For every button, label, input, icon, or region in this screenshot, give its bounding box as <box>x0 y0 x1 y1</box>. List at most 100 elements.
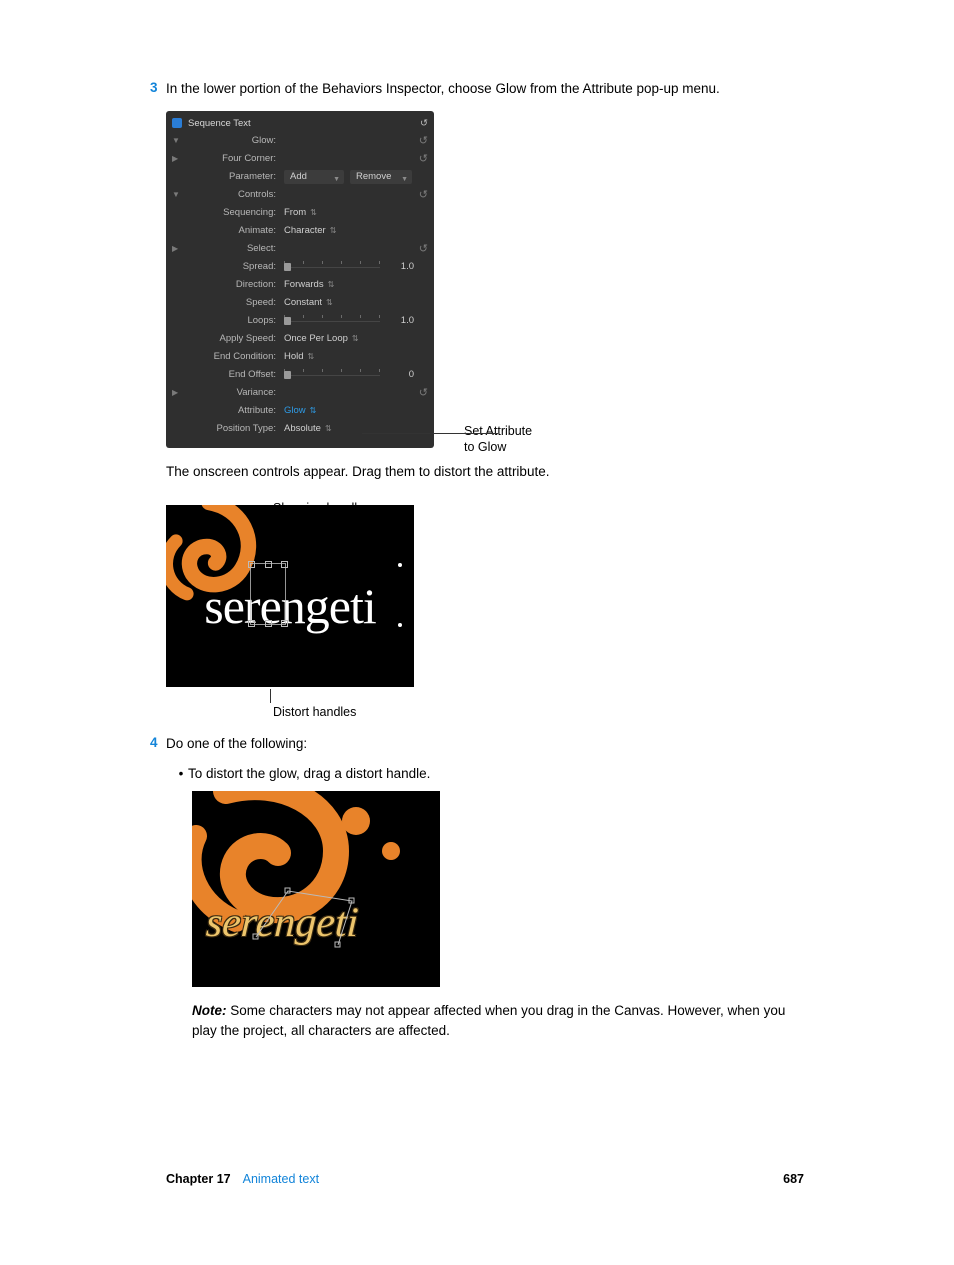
row-loops: Loops: 1.0 <box>172 312 428 330</box>
row-speed: Speed: Constant⇅ <box>172 294 428 312</box>
label-loops: Loops: <box>184 315 282 326</box>
page-footer: Chapter 17 Animated text 687 <box>166 1172 804 1186</box>
reset-icon[interactable]: ↺ <box>414 134 428 147</box>
drag-handle[interactable] <box>248 561 255 568</box>
reset-icon[interactable]: ↺ <box>414 152 428 165</box>
enable-checkbox[interactable] <box>172 118 182 128</box>
row-sequencing: Sequencing: From⇅ <box>172 204 428 222</box>
row-animate: Animate: Character⇅ <box>172 222 428 240</box>
row-select: ▶ Select: ↺ <box>172 240 428 258</box>
spread-value: 1.0 <box>384 261 418 272</box>
label-applyspeed: Apply Speed: <box>184 333 282 344</box>
selection-handles[interactable] <box>250 563 286 625</box>
chevron-down-icon: ▼ <box>333 173 340 187</box>
chevron-down-icon[interactable]: ▼ <box>172 190 184 199</box>
bullet-icon: • <box>174 766 188 781</box>
drag-handle[interactable] <box>281 620 288 627</box>
step-4: 4 Do one of the following: <box>150 735 804 754</box>
reset-icon[interactable]: ↺ <box>414 242 428 255</box>
note-label: Note: <box>192 1003 227 1018</box>
row-fourcorner: ▶ Four Corner: ↺ <box>172 150 428 168</box>
label-endoffset: End Offset: <box>184 369 282 380</box>
updown-icon: ⇅ <box>310 208 317 217</box>
list-item: • To distort the glow, drag a distort ha… <box>174 766 804 781</box>
endcondition-popup[interactable]: Hold⇅ <box>284 351 314 362</box>
spread-slider[interactable]: 1.0 <box>284 261 428 272</box>
bullet-list: • To distort the glow, drag a distort ha… <box>174 766 804 1040</box>
footer-chapter: Chapter 17 <box>166 1172 231 1186</box>
chevron-right-icon[interactable]: ▶ <box>172 244 184 253</box>
reset-icon[interactable]: ↺ <box>420 118 428 129</box>
chevron-right-icon[interactable]: ▶ <box>172 388 184 397</box>
chevron-down-icon[interactable]: ▼ <box>172 136 184 145</box>
direction-popup[interactable]: Forwards⇅ <box>284 279 334 290</box>
canvas-preview-1: serengeti <box>166 505 414 687</box>
speed-popup[interactable]: Constant⇅ <box>284 297 333 308</box>
updown-icon: ⇅ <box>352 334 359 343</box>
sequencing-popup[interactable]: From⇅ <box>284 207 317 218</box>
callout-tick <box>270 689 271 703</box>
updown-icon: ⇅ <box>330 226 337 235</box>
dot-icon <box>398 563 402 567</box>
bullet-distort: To distort the glow, drag a distort hand… <box>188 766 804 781</box>
row-glow: ▼ Glow: ↺ <box>172 132 428 150</box>
positiontype-popup[interactable]: Absolute⇅ <box>284 423 332 434</box>
label-direction: Direction: <box>184 279 282 290</box>
label-controls: Controls: <box>184 189 282 200</box>
row-controls: ▼ Controls: ↺ <box>172 186 428 204</box>
row-endcondition: End Condition: Hold⇅ <box>172 348 428 366</box>
row-applyspeed: Apply Speed: Once Per Loop⇅ <box>172 330 428 348</box>
step-3-text: In the lower portion of the Behaviors In… <box>166 80 804 99</box>
loops-value: 1.0 <box>384 315 418 326</box>
panel-title: Sequence Text <box>188 118 420 129</box>
updown-icon: ⇅ <box>328 280 335 289</box>
step-4-text: Do one of the following: <box>166 735 804 754</box>
row-positiontype: Position Type: Absolute⇅ <box>172 420 428 438</box>
attribute-popup[interactable]: Glow⇅ <box>284 405 316 416</box>
label-fourcorner: Four Corner: <box>184 153 282 164</box>
onscreen-paragraph: The onscreen controls appear. Drag them … <box>166 462 804 482</box>
label-positiontype: Position Type: <box>184 423 282 434</box>
loops-slider[interactable]: 1.0 <box>284 315 428 326</box>
updown-icon: ⇅ <box>310 406 317 415</box>
label-distort-handles: Distort handles <box>273 705 356 719</box>
drag-handle[interactable] <box>265 620 272 627</box>
distort-outline[interactable] <box>252 887 402 957</box>
panel-header: Sequence Text ↺ <box>172 115 428 132</box>
row-spread: Spread: 1.0 <box>172 258 428 276</box>
step-4-number: 4 <box>150 735 166 750</box>
row-direction: Direction: Forwards⇅ <box>172 276 428 294</box>
label-spread: Spread: <box>184 261 282 272</box>
label-variance: Variance: <box>184 387 282 398</box>
remove-label: Remove <box>356 171 391 182</box>
canvas-text: serengeti <box>166 577 414 635</box>
add-label: Add <box>290 171 307 182</box>
footer-section: Animated text <box>243 1172 319 1186</box>
chevron-right-icon[interactable]: ▶ <box>172 154 184 163</box>
reset-icon[interactable]: ↺ <box>414 386 428 399</box>
parameter-remove-button[interactable]: Remove ▼ <box>350 170 412 184</box>
label-endcondition: End Condition: <box>184 351 282 362</box>
row-endoffset: End Offset: 0 <box>172 366 428 384</box>
endoffset-value: 0 <box>384 369 418 380</box>
parameter-add-button[interactable]: Add ▼ <box>284 170 344 184</box>
row-attribute: Attribute: Glow⇅ <box>172 402 428 420</box>
drag-handle[interactable] <box>281 561 288 568</box>
label-parameter: Parameter: <box>184 171 282 182</box>
drag-handle[interactable] <box>265 561 272 568</box>
reset-icon[interactable]: ↺ <box>414 188 428 201</box>
animate-popup[interactable]: Character⇅ <box>284 225 336 236</box>
callout-text: Set Attributeto Glow <box>464 424 532 455</box>
drag-handle[interactable] <box>248 620 255 627</box>
label-sequencing: Sequencing: <box>184 207 282 218</box>
endoffset-slider[interactable]: 0 <box>284 369 428 380</box>
step-3-number: 3 <box>150 80 166 95</box>
step-3: 3 In the lower portion of the Behaviors … <box>150 80 804 99</box>
label-attribute: Attribute: <box>184 405 282 416</box>
footer-page-number: 687 <box>783 1172 804 1186</box>
label-glow: Glow: <box>184 135 282 146</box>
label-animate: Animate: <box>184 225 282 236</box>
updown-icon: ⇅ <box>308 352 315 361</box>
applyspeed-popup[interactable]: Once Per Loop⇅ <box>284 333 359 344</box>
row-variance: ▶ Variance: ↺ <box>172 384 428 402</box>
